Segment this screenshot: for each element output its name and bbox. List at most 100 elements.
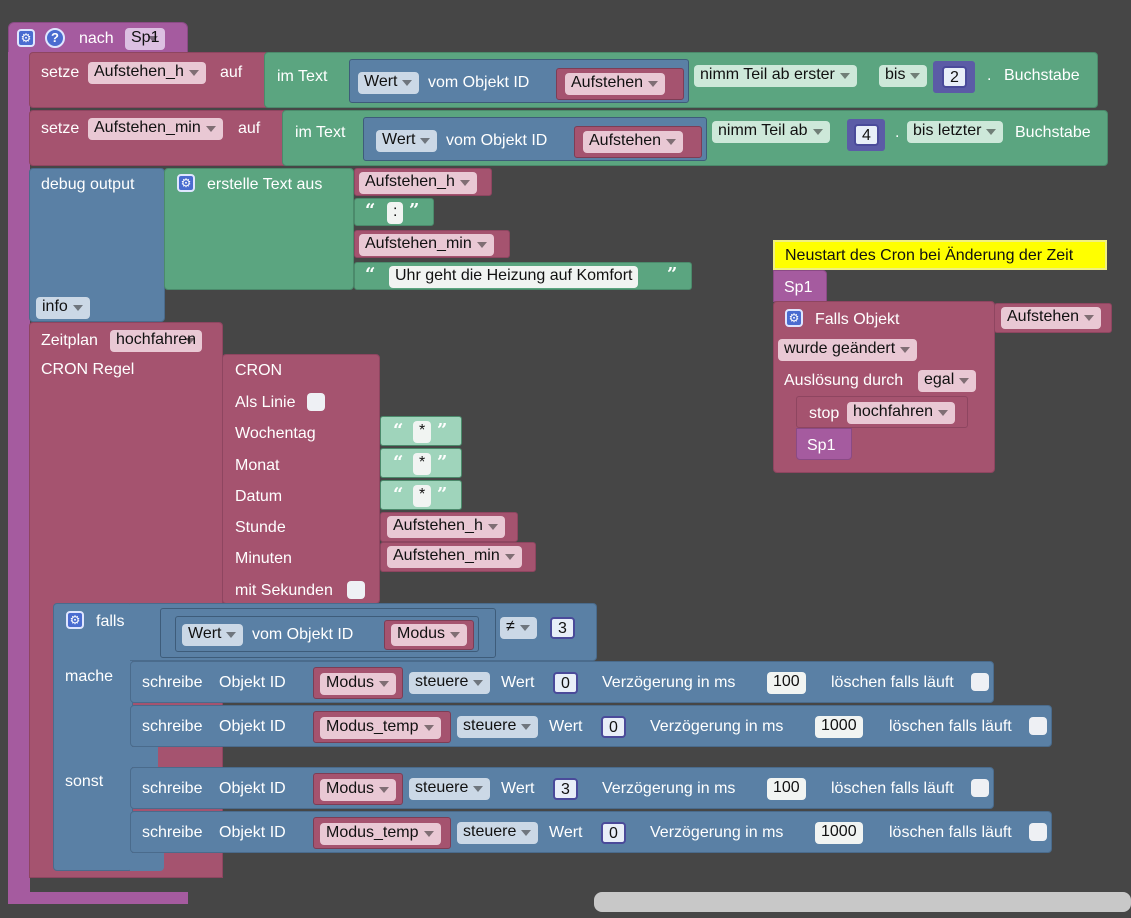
write-row-3-obj-block[interactable]: Modus <box>313 773 403 805</box>
set2-value-block[interactable]: Wert vom Objekt ID Aufstehen <box>363 117 707 161</box>
debug-item-4[interactable]: “ Uhr geht die Heizung auf Komfort ” <box>354 262 692 290</box>
debug-item-1[interactable]: Aufstehen_h <box>354 168 492 196</box>
write-row-1-obj-block[interactable]: Modus <box>313 667 403 699</box>
write-row-3-mode[interactable]: steuere <box>409 778 491 800</box>
write-row-4-obj[interactable]: Modus_temp <box>320 823 441 845</box>
debug-level[interactable]: info <box>36 297 90 319</box>
set2-text-block[interactable]: im Text Wert vom Objekt ID Aufstehen nim… <box>282 110 1108 166</box>
set-block-1[interactable]: setze Aufstehen_h auf <box>29 52 269 108</box>
compare-operator[interactable]: ≠ <box>500 617 537 639</box>
wochentag-text[interactable]: “ * ” <box>380 416 462 446</box>
set1-value-block[interactable]: Wert vom Objekt ID Aufstehen <box>349 59 689 103</box>
write-row-4-delay[interactable]: 1000 <box>815 822 863 844</box>
if-value-block[interactable]: Wert vom Objekt ID Modus <box>175 616 479 652</box>
if-obj[interactable]: Modus <box>391 624 468 646</box>
if-num[interactable]: 3 <box>550 617 575 639</box>
set2-var[interactable]: Aufstehen_min <box>88 118 223 140</box>
write-row-1-obj[interactable]: Modus <box>320 673 397 695</box>
falls-objekt-block[interactable]: ⚙ Falls Objekt wurde geändert Auslösung … <box>773 301 995 473</box>
write-row-2[interactable]: schreibe Objekt ID Modus_temp steuere We… <box>130 705 1052 747</box>
debug-item-2[interactable]: “ : ” <box>354 198 434 226</box>
write-row-1-mode[interactable]: steuere <box>409 672 491 694</box>
create-text-block[interactable]: ⚙ erstelle Text aus <box>164 168 354 290</box>
stop-target[interactable]: hochfahren <box>847 402 956 424</box>
write-row-4-mode[interactable]: steuere <box>457 822 539 844</box>
write-row-3-obj[interactable]: Modus <box>320 779 397 801</box>
write-row-4[interactable]: schreibe Objekt ID Modus_temp steuere We… <box>130 811 1052 853</box>
write-row-1[interactable]: schreibe Objekt ID Modus steuere Wert 0 … <box>130 661 994 703</box>
set2-wert-dropdown[interactable]: Wert <box>376 130 438 152</box>
set1-num-block[interactable]: 2 <box>933 61 975 93</box>
write-row-2-mode[interactable]: steuere <box>457 716 539 738</box>
falls-objekt-obj-block[interactable]: Aufstehen <box>994 303 1112 333</box>
als-linie-checkbox[interactable] <box>307 393 325 411</box>
gear-icon[interactable]: ⚙ <box>177 174 195 192</box>
horizontal-scrollbar[interactable] <box>594 892 1131 912</box>
write-row-2-delay[interactable]: 1000 <box>815 716 863 738</box>
egal-dropdown[interactable]: egal <box>918 370 977 392</box>
debug-item-1-var[interactable]: Aufstehen_h <box>359 172 477 194</box>
cron-block[interactable]: CRON Als Linie Wochentag Monat Datum Stu… <box>222 354 380 604</box>
debug-item-3[interactable]: Aufstehen_min <box>354 230 510 258</box>
write-row-2-clear-checkbox[interactable] <box>1029 717 1047 735</box>
set1-obj[interactable]: Aufstehen <box>565 73 666 95</box>
gear-icon[interactable]: ⚙ <box>66 611 84 629</box>
help-icon[interactable]: ? <box>45 28 65 48</box>
root-block[interactable]: ⚙ ? nach Sp1 <box>8 22 188 54</box>
compare-block[interactable]: Wert vom Objekt ID Modus <box>160 608 496 658</box>
monat-value[interactable]: * <box>413 453 432 475</box>
set2-obj[interactable]: Aufstehen <box>583 131 684 153</box>
inner-tag[interactable]: Sp1 <box>796 428 852 460</box>
if-obj-block[interactable]: Modus <box>384 620 474 650</box>
set2-bis-dropdown[interactable]: bis letzter <box>907 121 1004 143</box>
write-row-4-obj-block[interactable]: Modus_temp <box>313 817 451 849</box>
if-wert-dropdown[interactable]: Wert <box>182 624 244 646</box>
gear-icon[interactable]: ⚙ <box>17 29 35 47</box>
write-row-4-val-block[interactable]: 0 <box>595 817 633 849</box>
monat-text[interactable]: “ * ” <box>380 448 462 478</box>
root-value[interactable]: Sp1 <box>125 28 166 50</box>
schedule-block[interactable]: Zeitplan hochfahren <box>29 322 223 356</box>
write-row-3[interactable]: schreibe Objekt ID Modus steuere Wert 3 … <box>130 767 994 809</box>
set1-text-block[interactable]: im Text Wert vom Objekt ID Aufstehen nim… <box>264 52 1098 108</box>
write-row-4-val[interactable]: 0 <box>601 822 626 844</box>
datum-text[interactable]: “ * ” <box>380 480 462 510</box>
falls-objekt-obj[interactable]: Aufstehen <box>1001 307 1102 329</box>
stunde-var-block[interactable]: Aufstehen_h <box>380 512 518 542</box>
write-row-3-val-block[interactable]: 3 <box>547 773 585 805</box>
write-row-4-clear-checkbox[interactable] <box>1029 823 1047 841</box>
set-block-2[interactable]: setze Aufstehen_min auf <box>29 110 287 166</box>
datum-value[interactable]: * <box>413 485 432 507</box>
debug-item-3-var[interactable]: Aufstehen_min <box>359 234 494 256</box>
minuten-var[interactable]: Aufstehen_min <box>387 546 522 568</box>
set1-var[interactable]: Aufstehen_h <box>88 62 206 84</box>
set1-wert-dropdown[interactable]: Wert <box>358 72 420 94</box>
debug-block[interactable]: debug output info <box>29 168 165 322</box>
write-row-3-clear-checkbox[interactable] <box>971 779 989 797</box>
cron-comment[interactable]: Neustart des Cron bei Änderung der Zeit <box>773 240 1107 270</box>
write-row-2-val[interactable]: 0 <box>601 716 626 738</box>
write-row-2-obj-block[interactable]: Modus_temp <box>313 711 451 743</box>
debug-item-4-text[interactable]: Uhr geht die Heizung auf Komfort <box>389 266 639 288</box>
trigger-tag[interactable]: Sp1 <box>773 270 827 302</box>
set1-take-dropdown[interactable]: nimm Teil ab erster <box>694 65 857 87</box>
debug-item-2-text[interactable]: : <box>387 202 404 224</box>
write-row-1-val[interactable]: 0 <box>553 672 578 694</box>
write-row-3-delay[interactable]: 100 <box>767 778 806 800</box>
set1-obj-block[interactable]: Aufstehen <box>556 68 684 100</box>
stop-block[interactable]: stop hochfahren <box>796 396 968 428</box>
write-row-3-val[interactable]: 3 <box>553 778 578 800</box>
set2-obj-block[interactable]: Aufstehen <box>574 126 702 158</box>
if-num-block[interactable]: 3 <box>544 612 580 644</box>
set2-num[interactable]: 4 <box>854 124 879 146</box>
write-row-1-val-block[interactable]: 0 <box>547 667 585 699</box>
write-row-1-clear-checkbox[interactable] <box>971 673 989 691</box>
write-row-2-val-block[interactable]: 0 <box>595 711 633 743</box>
schedule-name[interactable]: hochfahren <box>110 330 203 352</box>
stunde-var[interactable]: Aufstehen_h <box>387 516 505 538</box>
set2-num-block[interactable]: 4 <box>847 119 885 151</box>
write-row-2-obj[interactable]: Modus_temp <box>320 717 441 739</box>
set1-bis-dropdown[interactable]: bis <box>879 65 928 87</box>
write-row-1-delay[interactable]: 100 <box>767 672 806 694</box>
gear-icon[interactable]: ⚙ <box>785 309 803 327</box>
